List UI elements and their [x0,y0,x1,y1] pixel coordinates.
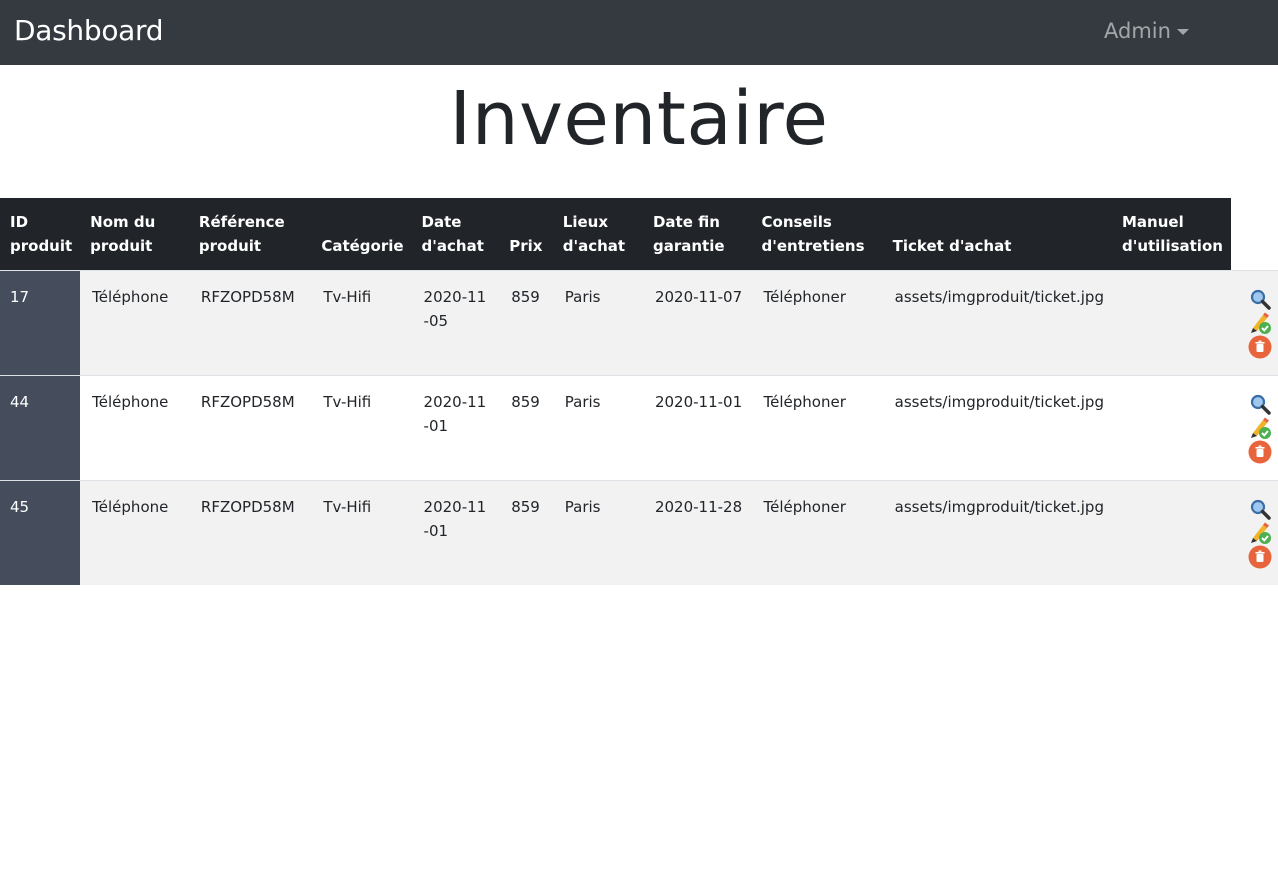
cell-place: Paris [552,270,643,375]
delete-icon[interactable] [1248,545,1272,569]
cell-ref: RFZOPD58M [188,270,312,375]
cell-category: Tv-Hifi [311,480,412,585]
cell-ticket: assets/imgproduit/ticket.jpg [882,480,1112,585]
table-row: 17 Téléphone RFZOPD58M Tv-Hifi 2020-11-0… [0,270,1278,375]
cell-actions [1230,375,1278,480]
cell-ref: RFZOPD58M [188,375,312,480]
col-header-place: Lieux d'achat [552,198,643,270]
admin-dropdown[interactable]: Admin [1104,19,1189,43]
cell-warranty-end: 2020-11-28 [642,480,752,585]
col-header-care: Conseils d'entretiens [751,198,883,270]
cell-id: 45 [0,480,81,585]
cell-actions [1230,480,1278,585]
col-header-name: Nom du produit [80,198,189,270]
cell-purchase-date: 2020-11-05 [411,270,500,375]
cell-care: Téléphoner [751,375,883,480]
table-row: 44 Téléphone RFZOPD58M Tv-Hifi 2020-11-0… [0,375,1278,480]
cell-category: Tv-Hifi [311,270,412,375]
col-header-actions [1230,198,1278,270]
cell-actions [1230,270,1278,375]
top-navbar: Dashboard Admin [0,0,1278,65]
delete-icon[interactable] [1248,335,1272,359]
cell-purchase-date: 2020-11-01 [411,375,500,480]
col-header-category: Catégorie [311,198,412,270]
delete-icon[interactable] [1248,440,1272,464]
col-header-id: ID produit [0,198,81,270]
col-header-manual: Manuel d'utilisation [1111,198,1231,270]
brand-dashboard[interactable]: Dashboard [14,14,164,47]
col-header-purchase-date: Date d'achat [411,198,500,270]
edit-icon[interactable] [1248,311,1272,335]
cell-warranty-end: 2020-11-07 [642,270,752,375]
cell-price: 859 [499,480,553,585]
view-icon[interactable] [1248,497,1272,521]
view-icon[interactable] [1248,287,1272,311]
cell-ref: RFZOPD58M [188,480,312,585]
cell-id: 17 [0,270,81,375]
cell-care: Téléphoner [751,270,883,375]
page-title: Inventaire [449,76,829,162]
edit-icon[interactable] [1248,416,1272,440]
view-icon[interactable] [1248,392,1272,416]
cell-manual [1111,375,1231,480]
cell-ticket: assets/imgproduit/ticket.jpg [882,270,1112,375]
cell-name: Téléphone [80,270,189,375]
cell-category: Tv-Hifi [311,375,412,480]
cell-warranty-end: 2020-11-01 [642,375,752,480]
col-header-ticket: Ticket d'achat [882,198,1112,270]
col-header-warranty-end: Date fin garantie [642,198,752,270]
cell-id: 44 [0,375,81,480]
admin-dropdown-label: Admin [1104,19,1171,43]
cell-manual [1111,270,1231,375]
cell-manual [1111,480,1231,585]
cell-place: Paris [552,375,643,480]
cell-price: 859 [499,270,553,375]
col-header-price: Prix [499,198,553,270]
cell-purchase-date: 2020-11-01 [411,480,500,585]
caret-down-icon [1176,28,1189,35]
col-header-ref: Référence produit [188,198,312,270]
cell-name: Téléphone [80,375,189,480]
table-row: 45 Téléphone RFZOPD58M Tv-Hifi 2020-11-0… [0,480,1278,585]
cell-place: Paris [552,480,643,585]
cell-name: Téléphone [80,480,189,585]
edit-icon[interactable] [1248,521,1272,545]
inventory-table: ID produit Nom du produit Référence prod… [0,198,1278,585]
cell-ticket: assets/imgproduit/ticket.jpg [882,375,1112,480]
table-header-row: ID produit Nom du produit Référence prod… [0,198,1278,270]
cell-care: Téléphoner [751,480,883,585]
cell-price: 859 [499,375,553,480]
